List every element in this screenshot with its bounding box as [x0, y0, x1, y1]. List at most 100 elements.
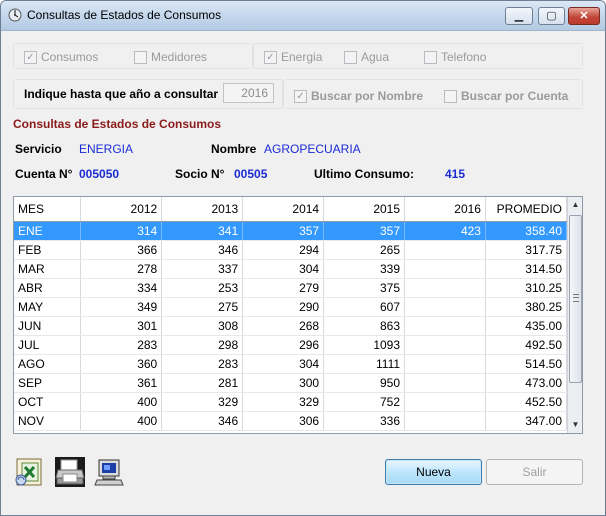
- consumption-cell[interactable]: [404, 373, 486, 393]
- consumption-cell[interactable]: [404, 297, 486, 317]
- consumption-cell[interactable]: [404, 392, 486, 412]
- table-row[interactable]: SEP 361 281 300 950 473.00: [14, 373, 568, 393]
- consumption-cell[interactable]: 283: [80, 335, 163, 355]
- consumption-cell[interactable]: 346: [161, 411, 244, 431]
- average-cell[interactable]: 347.00: [485, 411, 568, 431]
- consumption-cell[interactable]: 400: [80, 411, 163, 431]
- consumption-cell[interactable]: 278: [80, 259, 163, 279]
- scroll-up-arrow-icon[interactable]: ▲: [568, 197, 582, 213]
- table-row[interactable]: JUL 283 298 296 1093 492.50: [14, 335, 568, 355]
- month-cell[interactable]: NOV: [14, 411, 82, 431]
- computer-icon[interactable]: [93, 456, 125, 488]
- consumption-cell[interactable]: 361: [80, 373, 163, 393]
- consumption-cell[interactable]: 308: [161, 316, 244, 336]
- close-button[interactable]: ✕: [568, 7, 600, 25]
- consumption-cell[interactable]: 950: [323, 373, 406, 393]
- average-cell[interactable]: 435.00: [485, 316, 568, 336]
- medidores-checkbox[interactable]: Medidores: [134, 49, 207, 65]
- scroll-down-arrow-icon[interactable]: ▼: [568, 417, 582, 433]
- consumption-cell[interactable]: 314: [80, 221, 163, 241]
- agua-checkbox[interactable]: Agua: [344, 49, 389, 65]
- month-cell[interactable]: MAR: [14, 259, 82, 279]
- title-bar[interactable]: Consultas de Estados de Consumos ▁ ▢ ✕: [1, 1, 605, 31]
- month-cell[interactable]: FEB: [14, 240, 82, 260]
- consumption-cell[interactable]: 607: [323, 297, 406, 317]
- consumption-cell[interactable]: 423: [404, 221, 486, 241]
- consumption-cell[interactable]: 268: [242, 316, 325, 336]
- maximize-button[interactable]: ▢: [538, 7, 565, 25]
- consumption-cell[interactable]: [404, 354, 486, 374]
- buscar-nombre-checkbox[interactable]: ✓ Buscar por Nombre: [294, 88, 423, 104]
- average-cell[interactable]: 452.50: [485, 392, 568, 412]
- column-header[interactable]: 2013: [161, 197, 244, 222]
- average-cell[interactable]: 358.40: [485, 221, 568, 241]
- consumption-cell[interactable]: 304: [242, 354, 325, 374]
- table-row[interactable]: AGO 360 283 304 1111 514.50: [14, 354, 568, 374]
- month-cell[interactable]: MAY: [14, 297, 82, 317]
- table-row[interactable]: OCT 400 329 329 752 452.50: [14, 392, 568, 412]
- consumption-cell[interactable]: 281: [161, 373, 244, 393]
- consumption-cell[interactable]: 334: [80, 278, 163, 298]
- column-header[interactable]: 2014: [242, 197, 325, 222]
- table-row[interactable]: ABR 334 253 279 375 310.25: [14, 278, 568, 298]
- month-cell[interactable]: JUN: [14, 316, 82, 336]
- table-row[interactable]: MAR 278 337 304 339 314.50: [14, 259, 568, 279]
- consumption-cell[interactable]: 341: [161, 221, 244, 241]
- month-cell[interactable]: SEP: [14, 373, 82, 393]
- consumption-cell[interactable]: 294: [242, 240, 325, 260]
- consumption-cell[interactable]: [404, 278, 486, 298]
- consumption-cell[interactable]: 375: [323, 278, 406, 298]
- consumption-cell[interactable]: 1111: [323, 354, 406, 374]
- consumption-cell[interactable]: 275: [161, 297, 244, 317]
- average-cell[interactable]: 514.50: [485, 354, 568, 374]
- consumption-cell[interactable]: 279: [242, 278, 325, 298]
- consumption-cell[interactable]: 863: [323, 316, 406, 336]
- month-cell[interactable]: OCT: [14, 392, 82, 412]
- consumption-cell[interactable]: [404, 411, 486, 431]
- consumption-cell[interactable]: 752: [323, 392, 406, 412]
- consumption-cell[interactable]: 298: [161, 335, 244, 355]
- scroll-thumb[interactable]: [569, 215, 582, 383]
- consumption-cell[interactable]: 357: [323, 221, 406, 241]
- consumption-cell[interactable]: 296: [242, 335, 325, 355]
- average-cell[interactable]: 314.50: [485, 259, 568, 279]
- consumption-cell[interactable]: 301: [80, 316, 163, 336]
- average-cell[interactable]: 380.25: [485, 297, 568, 317]
- consumption-cell[interactable]: 357: [242, 221, 325, 241]
- consumption-cell[interactable]: 339: [323, 259, 406, 279]
- consumption-cell[interactable]: 1093: [323, 335, 406, 355]
- excel-export-icon[interactable]: [14, 456, 46, 488]
- telefono-checkbox[interactable]: Telefono: [424, 49, 486, 65]
- table-row[interactable]: JUN 301 308 268 863 435.00: [14, 316, 568, 336]
- consumption-cell[interactable]: 283: [161, 354, 244, 374]
- average-cell[interactable]: 492.50: [485, 335, 568, 355]
- consumption-cell[interactable]: 349: [80, 297, 163, 317]
- nueva-button[interactable]: Nueva: [385, 459, 482, 485]
- consumos-checkbox[interactable]: ✓ Consumos: [24, 49, 98, 65]
- month-cell[interactable]: ABR: [14, 278, 82, 298]
- table-row[interactable]: FEB 366 346 294 265 317.75: [14, 240, 568, 260]
- consumption-cell[interactable]: [404, 335, 486, 355]
- column-header[interactable]: MES: [14, 197, 82, 222]
- buscar-cuenta-checkbox[interactable]: Buscar por Cuenta: [444, 88, 568, 104]
- year-input[interactable]: 2016: [223, 83, 274, 103]
- consumption-cell[interactable]: 329: [242, 392, 325, 412]
- average-cell[interactable]: 473.00: [485, 373, 568, 393]
- consumption-cell[interactable]: 329: [161, 392, 244, 412]
- consumption-cell[interactable]: [404, 259, 486, 279]
- consumption-cell[interactable]: 336: [323, 411, 406, 431]
- column-header[interactable]: 2015: [323, 197, 406, 222]
- consumption-cell[interactable]: [404, 240, 486, 260]
- consumption-cell[interactable]: 253: [161, 278, 244, 298]
- consumption-grid[interactable]: MES 2012 2013 2014 2015 2016 PROMEDIO EN…: [13, 196, 583, 434]
- consumption-cell[interactable]: 304: [242, 259, 325, 279]
- table-row[interactable]: ENE 314 341 357 357 423 358.40: [14, 221, 568, 241]
- vertical-scrollbar[interactable]: ▲ ▼: [567, 197, 582, 433]
- month-cell[interactable]: JUL: [14, 335, 82, 355]
- table-row[interactable]: NOV 400 346 306 336 347.00: [14, 411, 568, 431]
- consumption-cell[interactable]: 346: [161, 240, 244, 260]
- column-header[interactable]: PROMEDIO: [485, 197, 568, 222]
- average-cell[interactable]: 317.75: [485, 240, 568, 260]
- salir-button[interactable]: Salir: [486, 459, 583, 485]
- consumption-cell[interactable]: 290: [242, 297, 325, 317]
